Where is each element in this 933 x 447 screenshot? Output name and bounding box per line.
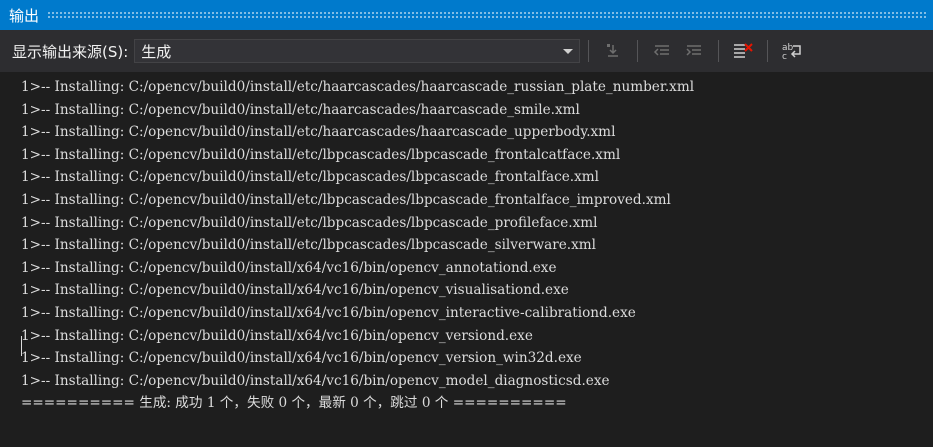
word-wrap-icon: ab c [782,43,802,61]
previous-message-button[interactable] [649,38,675,64]
go-to-line-button[interactable] [600,38,626,64]
output-line: 1>-- Installing: C:/opencv/build0/instal… [21,79,695,95]
output-line: ========== 生成: 成功 1 个，失败 0 个，最新 0 个，跳过 0… [21,395,567,412]
output-line: 1>-- Installing: C:/opencv/build0/instal… [21,146,621,163]
previous-message-icon [654,45,670,56]
output-panel-titlebar: 输出 [0,0,933,30]
toolbar-separator [718,40,720,62]
source-dropdown-value: 生成 [141,42,172,61]
output-line: 1>-- Installing: C:/opencv/build0/instal… [21,191,671,208]
title-grip[interactable] [47,11,927,19]
toolbar-separator [637,40,639,62]
output-line: 1>-- Installing: C:/opencv/build0/instal… [21,282,569,299]
output-line: 1>-- Installing: C:/opencv/build0/instal… [21,304,636,321]
output-toolbar: 显示输出来源(S): 生成 ab c [0,30,933,72]
output-line: 1>-- Installing: C:/opencv/build0/instal… [21,169,600,186]
toolbar-separator [767,40,769,62]
output-line: 1>-- Installing: C:/opencv/build0/instal… [21,214,598,231]
output-line: 1>-- Installing: C:/opencv/build0/instal… [21,101,580,118]
go-to-line-icon [607,44,619,57]
output-lines: 1>-- Installing: C:/opencv/build0/instal… [21,76,694,415]
word-wrap-button[interactable]: ab c [779,38,805,64]
next-message-icon [686,45,702,56]
output-line: 1>-- Installing: C:/opencv/build0/instal… [21,372,610,389]
source-label: 显示输出来源(S): [12,42,129,61]
chevron-down-icon[interactable] [563,48,574,54]
output-line: 1>-- Installing: C:/opencv/build0/instal… [21,237,597,254]
output-text-area[interactable]: 1>-- Installing: C:/opencv/build0/instal… [0,72,933,447]
panel-title: 输出 [9,6,40,25]
clear-all-icon [734,43,753,58]
toolbar-separator [588,40,590,62]
clear-all-button[interactable] [730,38,756,64]
source-dropdown[interactable]: 生成 [134,39,581,63]
output-line: 1>-- Installing: C:/opencv/build0/instal… [21,124,616,141]
output-line: 1>-- Installing: C:/opencv/build0/instal… [21,259,557,276]
output-line: 1>-- Installing: C:/opencv/build0/instal… [21,350,582,367]
svg-text:c: c [782,52,787,61]
output-line: 1>-- Installing: C:/opencv/build0/instal… [21,327,533,344]
text-caret [21,336,22,356]
next-message-button[interactable] [681,38,707,64]
